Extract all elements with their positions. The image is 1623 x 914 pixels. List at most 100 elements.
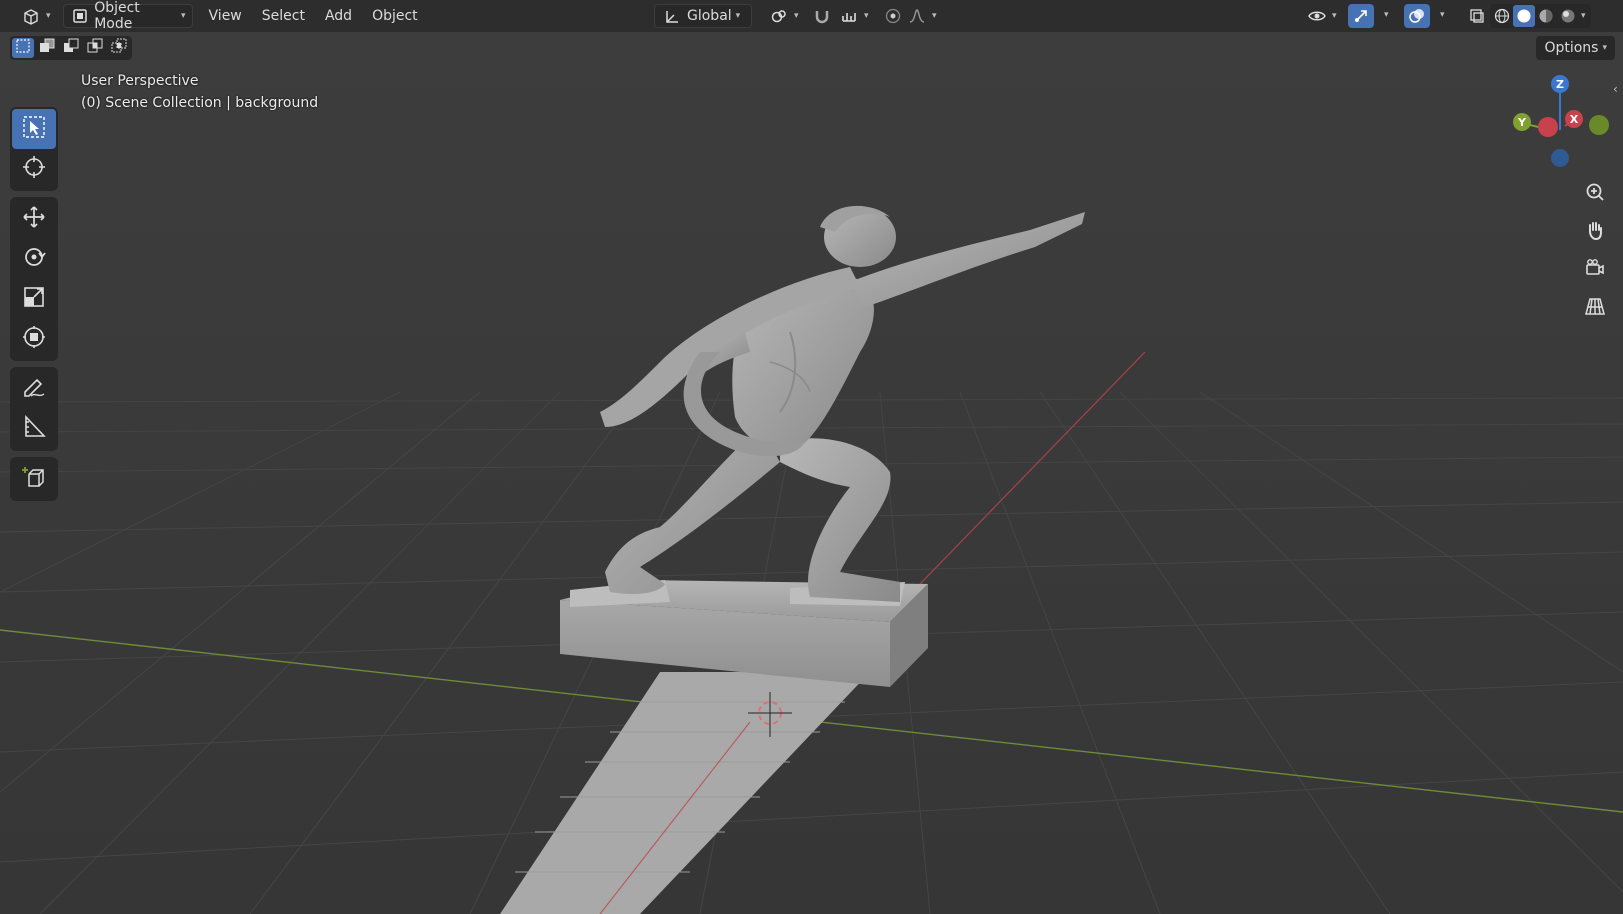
- rotate-icon: [21, 244, 47, 274]
- select-new-button[interactable]: [12, 38, 34, 58]
- tool-rotate[interactable]: [12, 239, 56, 279]
- tool-group-annotate: [10, 367, 58, 451]
- gizmo-x-label: X: [1570, 113, 1579, 126]
- menu-view[interactable]: View: [199, 4, 252, 28]
- select-invert-icon: [87, 38, 103, 58]
- snap-increment-icon: [838, 5, 860, 27]
- navigation-gizmo[interactable]: Z Y X: [1505, 70, 1615, 180]
- cursor-icon: [21, 154, 47, 184]
- transform-icon: [21, 324, 47, 354]
- tool-scale[interactable]: [12, 279, 56, 319]
- gizmo-z-label: Z: [1556, 78, 1564, 91]
- xray-icon: [1466, 5, 1488, 27]
- zoom-button[interactable]: [1578, 177, 1612, 211]
- chevron-down-icon: ▾: [1602, 43, 1607, 53]
- gizmo-toggle-button[interactable]: [1348, 4, 1374, 28]
- tool-transform[interactable]: [12, 319, 56, 359]
- select-intersect-icon: [111, 38, 127, 58]
- falloff-button[interactable]: ▾: [900, 4, 943, 28]
- collection-label: (0) Scene Collection | background: [81, 95, 319, 111]
- scale-icon: [21, 284, 47, 314]
- pan-hand-icon: [1584, 219, 1606, 245]
- tool-add-cube[interactable]: [12, 459, 56, 499]
- tool-cursor[interactable]: [12, 149, 56, 189]
- visibility-button[interactable]: ▾: [1300, 4, 1343, 28]
- material-shading-icon[interactable]: [1535, 5, 1557, 27]
- tool-measure[interactable]: [12, 409, 56, 449]
- pivot-point-icon: [768, 5, 790, 27]
- object-mode-icon: [70, 5, 91, 27]
- ortho-grid-icon: [1584, 295, 1606, 321]
- rendered-shading-icon[interactable]: [1557, 5, 1579, 27]
- mode-label: Object Mode: [94, 0, 140, 32]
- overlay-toggle-button[interactable]: [1404, 4, 1430, 28]
- 3d-viewport[interactable]: User Perspective (0) Scene Collection | …: [0, 32, 1623, 914]
- tool-shelf: [10, 107, 58, 507]
- chevron-down-icon: ▾: [181, 11, 186, 21]
- chevron-down-icon: ▾: [735, 11, 741, 21]
- options-label: Options: [1544, 40, 1599, 56]
- gizmo-neg-z[interactable]: [1551, 149, 1569, 167]
- orientation-icon: [661, 5, 683, 27]
- tool-annotate[interactable]: [12, 369, 56, 409]
- options-dropdown[interactable]: Options ▾: [1536, 36, 1615, 60]
- gizmo-toggle-icon: [1350, 5, 1372, 27]
- tool-select-box[interactable]: [12, 109, 56, 149]
- tool-group-add: [10, 457, 58, 501]
- transform-orientation-selector[interactable]: Global ▾: [654, 4, 752, 28]
- sidebar-toggle-icon[interactable]: ‹: [1613, 82, 1623, 106]
- chevron-down-icon[interactable]: ▾: [1440, 10, 1445, 20]
- add-cube-icon: [21, 464, 47, 494]
- snap-target-button[interactable]: ▾: [832, 4, 875, 28]
- snap-magnet-icon: [811, 5, 833, 27]
- chevron-down-icon: ▾: [864, 11, 869, 21]
- gizmo-neg-x[interactable]: [1589, 115, 1609, 135]
- select-extend-button[interactable]: [36, 38, 58, 58]
- orientation-label: Global: [687, 8, 732, 24]
- tool-settings-bar: Options ▾: [0, 32, 1623, 66]
- xray-button[interactable]: [1460, 4, 1494, 28]
- chevron-down-icon: ▾: [46, 11, 51, 21]
- menu-add[interactable]: Add: [315, 4, 362, 28]
- measure-icon: [21, 414, 47, 444]
- select-subtract-button[interactable]: [60, 38, 82, 58]
- 3d-viewport-icon: [20, 5, 42, 27]
- chevron-down-icon: ▾: [794, 11, 799, 21]
- tool-group-transform: [10, 197, 58, 361]
- menu-select[interactable]: Select: [252, 4, 315, 28]
- tool-move[interactable]: [12, 199, 56, 239]
- editor-type-button[interactable]: ▾: [14, 4, 57, 28]
- annotate-icon: [21, 374, 47, 404]
- tool-group-select: [10, 107, 58, 191]
- perspective-label: User Perspective: [81, 73, 199, 89]
- zoom-icon: [1584, 181, 1606, 207]
- falloff-curve-icon: [906, 5, 928, 27]
- select-new-icon: [15, 38, 31, 58]
- chevron-down-icon[interactable]: ▾: [1384, 10, 1389, 20]
- overlay-toggle-icon: [1406, 5, 1428, 27]
- viewport-header: ▾ Object Mode ▾ View Select Add Object G…: [0, 0, 1623, 32]
- mode-selector[interactable]: Object Mode ▾: [62, 0, 193, 32]
- gizmo-y-label: Y: [1517, 116, 1527, 129]
- solid-shading-icon[interactable]: [1513, 5, 1535, 27]
- select-subtract-icon: [63, 38, 79, 58]
- select-box-icon: [21, 114, 47, 144]
- ortho-toggle-button[interactable]: [1578, 291, 1612, 325]
- pan-button[interactable]: [1578, 215, 1612, 249]
- select-intersect-button[interactable]: [108, 38, 130, 58]
- move-icon: [21, 204, 47, 234]
- camera-view-icon: [1584, 257, 1606, 283]
- selection-mode-group: [10, 36, 132, 60]
- wireframe-shading-icon[interactable]: [1491, 5, 1513, 27]
- pivot-point-button[interactable]: ▾: [762, 4, 805, 28]
- chevron-down-icon[interactable]: ▾: [1581, 11, 1586, 27]
- header-menus: View Select Add Object: [199, 4, 428, 28]
- select-invert-button[interactable]: [84, 38, 106, 58]
- visibility-eye-icon: [1306, 5, 1328, 27]
- menu-object[interactable]: Object: [362, 4, 428, 28]
- gizmo-neg-y[interactable]: [1538, 117, 1558, 137]
- shading-mode-group: ▾: [1490, 4, 1591, 28]
- select-extend-icon: [39, 38, 55, 58]
- camera-view-button[interactable]: [1578, 253, 1612, 287]
- chevron-down-icon: ▾: [1332, 11, 1337, 21]
